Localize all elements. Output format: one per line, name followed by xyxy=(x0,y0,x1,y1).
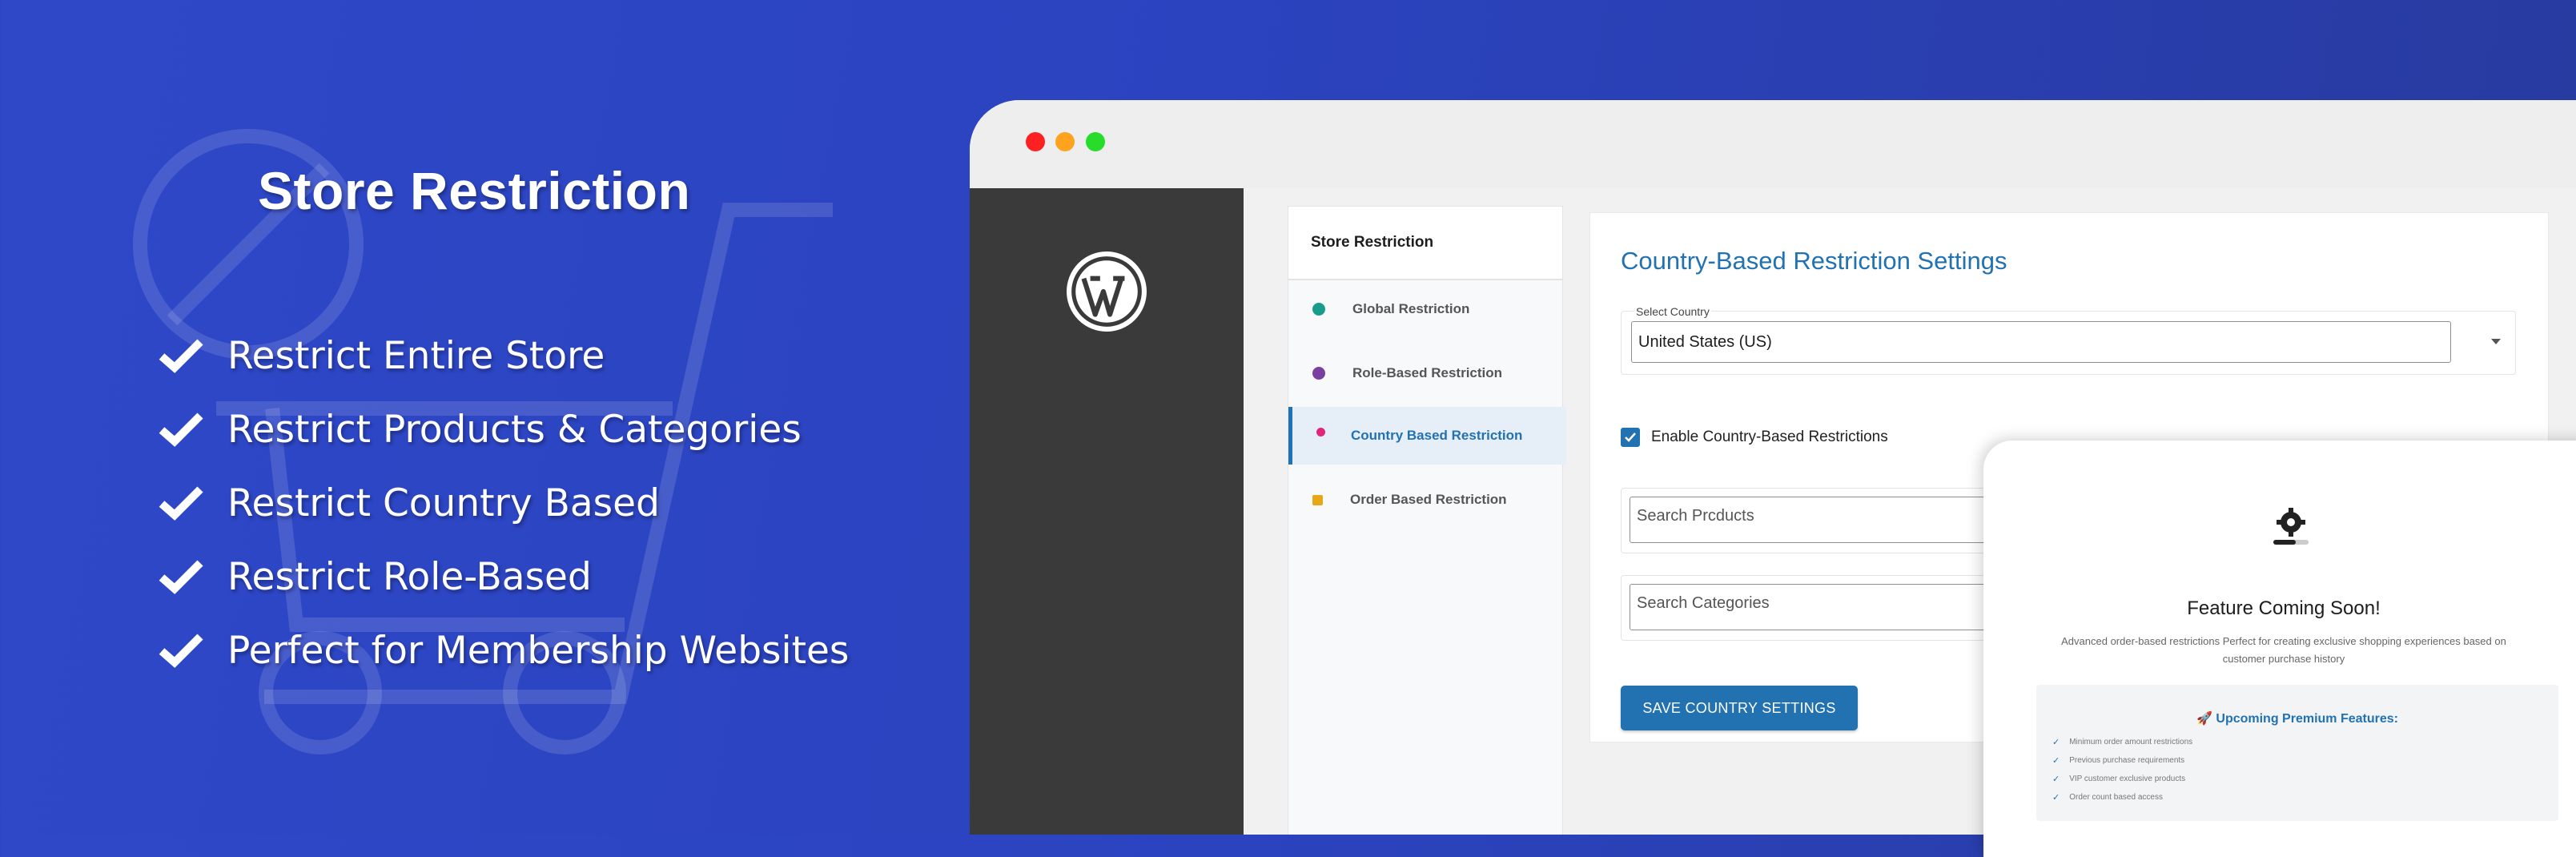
save-country-settings-button[interactable]: SAVE COUNTRY SETTINGS xyxy=(1621,686,1858,730)
enable-restrictions-label: Enable Country-Based Restrictions xyxy=(1651,428,1888,445)
premium-feature-label: Order count based access xyxy=(2069,793,2163,802)
premium-feature-label: Previous purchase requirements xyxy=(2069,756,2185,765)
maximize-window-button[interactable] xyxy=(1086,132,1105,151)
lock-icon xyxy=(1312,494,1323,505)
check-icon xyxy=(159,560,203,594)
feature-label: Perfect for Membership Websites xyxy=(227,628,850,673)
check-icon: ✓ xyxy=(2052,775,2060,784)
check-icon xyxy=(159,339,203,373)
nav-item-label: Order Based Restriction xyxy=(1350,492,1507,507)
feature-label: Restrict Products & Categories xyxy=(227,407,802,452)
nav-item-role-based-restriction[interactable]: Role-Based Restriction xyxy=(1288,344,1562,402)
premium-feature-label: VIP customer exclusive products xyxy=(2069,775,2186,783)
country-select[interactable]: United States (US) xyxy=(1631,321,2451,363)
premium-features-title: 🚀 Upcoming Premium Features: xyxy=(2196,712,2398,726)
gear-icon xyxy=(2273,508,2309,545)
users-icon xyxy=(1312,367,1325,380)
minimize-window-button[interactable] xyxy=(1055,132,1075,151)
nav-item-label: Role-Based Restriction xyxy=(1352,365,1503,380)
feature-label: Restrict Role-Based xyxy=(227,554,592,599)
hero-title: Store Restriction xyxy=(258,161,691,220)
premium-feature-item: ✓ Order count based access xyxy=(2052,788,2192,807)
premium-features-list: ✓ Minimum order amount restrictions ✓ Prev… xyxy=(2052,733,2192,807)
check-icon xyxy=(159,412,203,447)
coming-soon-popup: Feature Coming Soon! Advanced order-base… xyxy=(1983,441,2576,857)
popup-title: Feature Coming Soon! xyxy=(2187,597,2381,619)
checkmark-icon xyxy=(1625,433,1636,442)
browser-titlebar xyxy=(970,100,2576,188)
enable-restrictions-checkbox[interactable] xyxy=(1621,428,1640,447)
popup-description: Advanced order-based restrictions Perfec… xyxy=(2061,635,2506,665)
nav-item-country-based-restriction[interactable]: Country Based Restriction xyxy=(1288,407,1566,465)
nav-item-order-based-restriction[interactable]: Order Based Restriction xyxy=(1288,471,1562,529)
feature-item: Restrict Products & Categories xyxy=(157,392,849,466)
feature-label: Restrict Country Based xyxy=(227,481,660,525)
nav-item-label: Global Restriction xyxy=(1352,301,1470,316)
check-icon: ✓ xyxy=(2052,793,2060,803)
wordpress-admin-sidebar xyxy=(970,188,1244,835)
plugin-nav-title: Store Restriction xyxy=(1288,207,1562,280)
close-window-button[interactable] xyxy=(1026,132,1045,151)
feature-label: Restrict Entire Store xyxy=(227,333,605,378)
premium-feature-item: ✓ Minimum order amount restrictions xyxy=(2052,733,2192,751)
feature-item: Perfect for Membership Websites xyxy=(157,614,849,687)
settings-title: Country-Based Restriction Settings xyxy=(1621,247,2007,275)
nav-item-label: Country Based Restriction xyxy=(1351,428,1523,443)
premium-feature-item: ✓ VIP customer exclusive products xyxy=(2052,770,2192,788)
enable-restrictions-row: Enable Country-Based Restrictions xyxy=(1621,428,1888,447)
plugin-navigation: Store Restriction Global Restriction Rol… xyxy=(1288,206,1566,835)
check-icon xyxy=(159,634,203,668)
premium-features-box: 🚀 Upcoming Premium Features: ✓ Minimum or… xyxy=(2036,685,2558,821)
location-pin-icon xyxy=(1316,427,1325,437)
globe-icon xyxy=(1312,303,1325,316)
check-icon: ✓ xyxy=(2052,756,2060,766)
select-country-label: Select Country xyxy=(1634,305,1711,318)
check-icon: ✓ xyxy=(2052,738,2060,747)
chevron-down-icon[interactable] xyxy=(2491,339,2501,344)
feature-list: Restrict Entire Store Restrict Products … xyxy=(157,319,849,687)
country-select-group: Select Country United States (US) xyxy=(1621,305,2516,375)
feature-item: Restrict Entire Store xyxy=(157,319,849,392)
feature-item: Restrict Country Based xyxy=(157,466,849,540)
check-icon xyxy=(159,486,203,521)
premium-feature-label: Minimum order amount restrictions xyxy=(2069,738,2193,746)
nav-item-global-restriction[interactable]: Global Restriction xyxy=(1288,280,1562,338)
feature-item: Restrict Role-Based xyxy=(157,540,849,614)
wordpress-logo-icon[interactable] xyxy=(1066,251,1147,332)
premium-feature-item: ✓ Previous purchase requirements xyxy=(2052,751,2192,770)
